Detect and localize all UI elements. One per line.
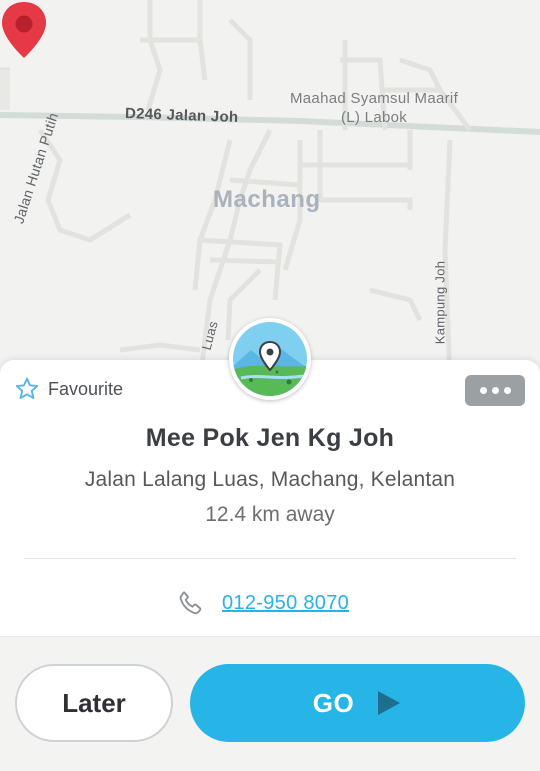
more-dot xyxy=(503,387,511,394)
star-outline-icon xyxy=(15,377,39,399)
play-arrow-icon xyxy=(378,691,401,715)
place-distance: 12.4 km away xyxy=(205,503,335,526)
more-dots-icon xyxy=(479,387,487,394)
place-landscape-icon xyxy=(233,322,307,396)
favourite-button[interactable]: Favourite xyxy=(14,376,123,402)
town-label: Machang xyxy=(213,186,321,213)
place-avatar xyxy=(229,318,311,400)
later-button[interactable]: Later xyxy=(15,664,173,742)
poi-label-school-line2: (L) Labok xyxy=(340,109,408,126)
more-dot xyxy=(491,387,499,394)
phone-row[interactable]: 012-950 8070 xyxy=(176,588,349,618)
place-address: Jalan Lalang Luas, Machang, Kelantan xyxy=(84,468,456,491)
go-button[interactable]: GO xyxy=(190,664,525,742)
phone-icon xyxy=(179,591,202,615)
phone-number-link[interactable]: 012-950 8070 xyxy=(222,592,349,615)
poi-label-school: Maahad Syamsul Maarif (L) Labok xyxy=(290,89,458,127)
go-label: GO xyxy=(312,687,355,718)
poi-label-school-line1: Maahad Syamsul Maarif xyxy=(290,90,459,107)
place-title: Mee Pok Jen Kg Joh xyxy=(145,424,395,452)
later-label: Later xyxy=(62,687,126,718)
road-label-kampung-joh: Kampung Joh xyxy=(432,260,448,345)
favourite-label: Favourite xyxy=(48,378,124,399)
map-pin-icon[interactable] xyxy=(0,0,48,60)
more-options-button[interactable] xyxy=(465,375,525,406)
divider xyxy=(24,558,516,559)
